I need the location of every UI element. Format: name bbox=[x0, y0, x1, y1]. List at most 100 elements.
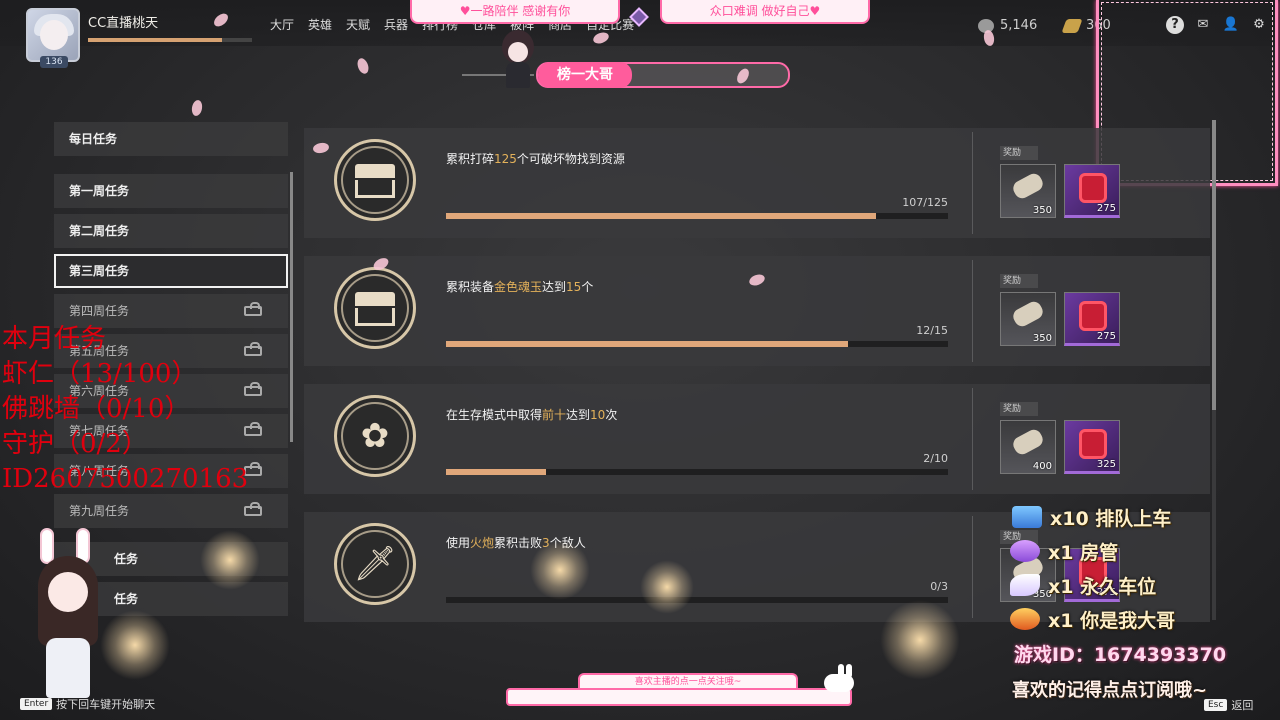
tab-week-2[interactable]: 第二周任务 bbox=[54, 214, 288, 248]
ticket-gift-icon bbox=[1012, 506, 1042, 528]
sword-icon: 🗡 bbox=[334, 523, 416, 605]
monthly-task-overlay: 本月任务 虾仁（13/100） 佛跳墙（0/10） 守护（0/2） ID2607… bbox=[2, 322, 248, 497]
player-level-badge: 136 bbox=[40, 56, 68, 68]
wing-gift-icon bbox=[1010, 574, 1040, 596]
task-count: 2/10 bbox=[923, 452, 948, 465]
task-description: 累积装备金色魂玉达到15个 bbox=[446, 280, 594, 294]
nav-talents[interactable]: 天赋 bbox=[346, 16, 370, 33]
tab-week-1[interactable]: 第一周任务 bbox=[54, 174, 288, 208]
scroll-icon bbox=[1010, 299, 1046, 329]
task-description: 累积打碎125个可破坏物找到资源 bbox=[446, 152, 625, 166]
tab-label: 任务 bbox=[114, 552, 139, 566]
enter-key: Enter bbox=[20, 698, 53, 710]
bunny-icon bbox=[822, 664, 856, 694]
gem-gift-icon bbox=[1010, 540, 1040, 562]
task-progress-fill bbox=[446, 341, 848, 347]
tab-label: 第四周任务 bbox=[69, 304, 130, 318]
petal-decoration bbox=[190, 99, 204, 117]
esc-back-hint[interactable]: Esc 返回 bbox=[1204, 697, 1253, 713]
reward-gem[interactable]: 275 bbox=[1064, 164, 1120, 218]
task-progress-bar bbox=[446, 213, 948, 219]
tab-label: 第二周任务 bbox=[69, 224, 130, 238]
task-description: 在生存模式中取得前十达到10次 bbox=[446, 408, 618, 422]
divider bbox=[972, 516, 973, 618]
nav-heroes[interactable]: 英雄 bbox=[308, 16, 332, 33]
enter-hint-text: 按下回车键开始聊天 bbox=[56, 698, 156, 711]
lantern-glow bbox=[640, 560, 694, 614]
task-count: 107/125 bbox=[902, 196, 948, 209]
chat-input[interactable] bbox=[506, 688, 852, 706]
reward-scroll[interactable]: 350 bbox=[1000, 164, 1056, 218]
divider bbox=[972, 388, 973, 490]
xp-bar bbox=[88, 38, 252, 42]
lantern-glow bbox=[530, 540, 590, 600]
tab-week-9[interactable]: 第九周任务 bbox=[54, 494, 288, 528]
reward-scroll[interactable]: 400 bbox=[1000, 420, 1056, 474]
gem-icon bbox=[1079, 173, 1107, 203]
tab-daily-tasks[interactable]: 每日任务 bbox=[54, 122, 288, 156]
divider bbox=[972, 132, 973, 234]
scroll-icon bbox=[1010, 171, 1046, 201]
task-progress-bar bbox=[446, 341, 948, 347]
task-card: 累积打碎125个可破坏物找到资源 107/125 奖励 350 275 bbox=[304, 128, 1210, 238]
subscribe-text: 喜欢的记得点点订阅哦~ bbox=[1012, 680, 1208, 701]
gift-row: x10 排队上车 bbox=[1012, 500, 1280, 534]
lantern-glow bbox=[880, 600, 960, 680]
gem-icon bbox=[1079, 301, 1107, 331]
tab-label: 第三周任务 bbox=[69, 264, 130, 278]
tab-label: 任务 bbox=[114, 592, 139, 606]
reward-gem[interactable]: 275 bbox=[1064, 292, 1120, 346]
gift-row: x1 房管 bbox=[1010, 534, 1280, 568]
sidebar-scrollbar[interactable] bbox=[290, 172, 293, 442]
task-card: ✿ 在生存模式中取得前十达到10次 2/10 奖励 400 325 bbox=[304, 384, 1210, 494]
overlay-line: 守护（0/2） bbox=[2, 429, 148, 459]
game-id: 游戏ID：1674393370 bbox=[1014, 644, 1227, 666]
gem-icon bbox=[1079, 429, 1107, 459]
lantern-glow bbox=[100, 610, 170, 680]
tab-label: 第九周任务 bbox=[69, 504, 130, 518]
player-name: CC直播桃天 bbox=[88, 16, 159, 31]
gift-row: x1 永久车位 bbox=[1010, 568, 1280, 602]
coin-amount: 5,146 bbox=[1000, 18, 1038, 33]
task-count: 0/3 bbox=[930, 580, 948, 593]
flower-icon: ✿ bbox=[334, 395, 416, 477]
overlay-line: 佛跳墙（0/10） bbox=[2, 394, 191, 424]
lock-icon bbox=[244, 302, 262, 316]
overlay-line: 虾仁（13/100） bbox=[2, 359, 198, 389]
task-progress-bar bbox=[446, 469, 948, 475]
tab-label: 第一周任务 bbox=[69, 184, 130, 198]
enter-chat-hint[interactable]: Enter 按下回车键开始聊天 bbox=[20, 696, 155, 712]
ticket-icon bbox=[1061, 18, 1083, 33]
tab-label: 每日任务 bbox=[69, 132, 118, 146]
reward-scroll[interactable]: 350 bbox=[1000, 292, 1056, 346]
crown-gift-icon bbox=[1010, 608, 1040, 630]
petal-decoration bbox=[355, 56, 371, 76]
stream-banner-left: ♥一路陪伴 感谢有你 bbox=[410, 0, 620, 24]
task-card: 累积装备金色魂玉达到15个 12/15 奖励 350 275 bbox=[304, 256, 1210, 366]
task-progress-bar bbox=[446, 597, 948, 603]
bunny-girl-avatar bbox=[30, 528, 106, 704]
gift-row: x1 你是我大哥 bbox=[1010, 602, 1280, 636]
lock-icon bbox=[244, 502, 262, 516]
chest-icon bbox=[334, 139, 416, 221]
esc-hint-text: 返回 bbox=[1231, 699, 1254, 712]
page-title: 榜一大哥 bbox=[538, 62, 632, 88]
overlay-line: ID2607500270163 bbox=[2, 464, 249, 494]
nav-weapons[interactable]: 兵器 bbox=[384, 16, 408, 33]
task-progress-fill bbox=[446, 213, 876, 219]
player-avatar[interactable] bbox=[26, 8, 80, 62]
esc-key: Esc bbox=[1204, 699, 1228, 711]
divider bbox=[972, 260, 973, 362]
task-count: 12/15 bbox=[916, 324, 948, 337]
task-scrollbar[interactable] bbox=[1212, 120, 1216, 410]
chat-label: 喜欢主播的点一点关注哦~ bbox=[578, 673, 798, 689]
lantern-glow bbox=[200, 530, 260, 590]
tab-week-3[interactable]: 第三周任务 bbox=[54, 254, 288, 288]
stream-banner-right: 众口难调 做好自己♥ bbox=[660, 0, 870, 24]
reward-gem[interactable]: 325 bbox=[1064, 420, 1120, 474]
nav-lobby[interactable]: 大厅 bbox=[270, 16, 294, 33]
xp-fill bbox=[88, 38, 223, 42]
reward-label: 奖励 bbox=[1000, 274, 1038, 288]
gift-panel: x10 排队上车 x1 房管 x1 永久车位 x1 你是我大哥 bbox=[1010, 500, 1280, 636]
task-progress-fill bbox=[446, 469, 547, 475]
